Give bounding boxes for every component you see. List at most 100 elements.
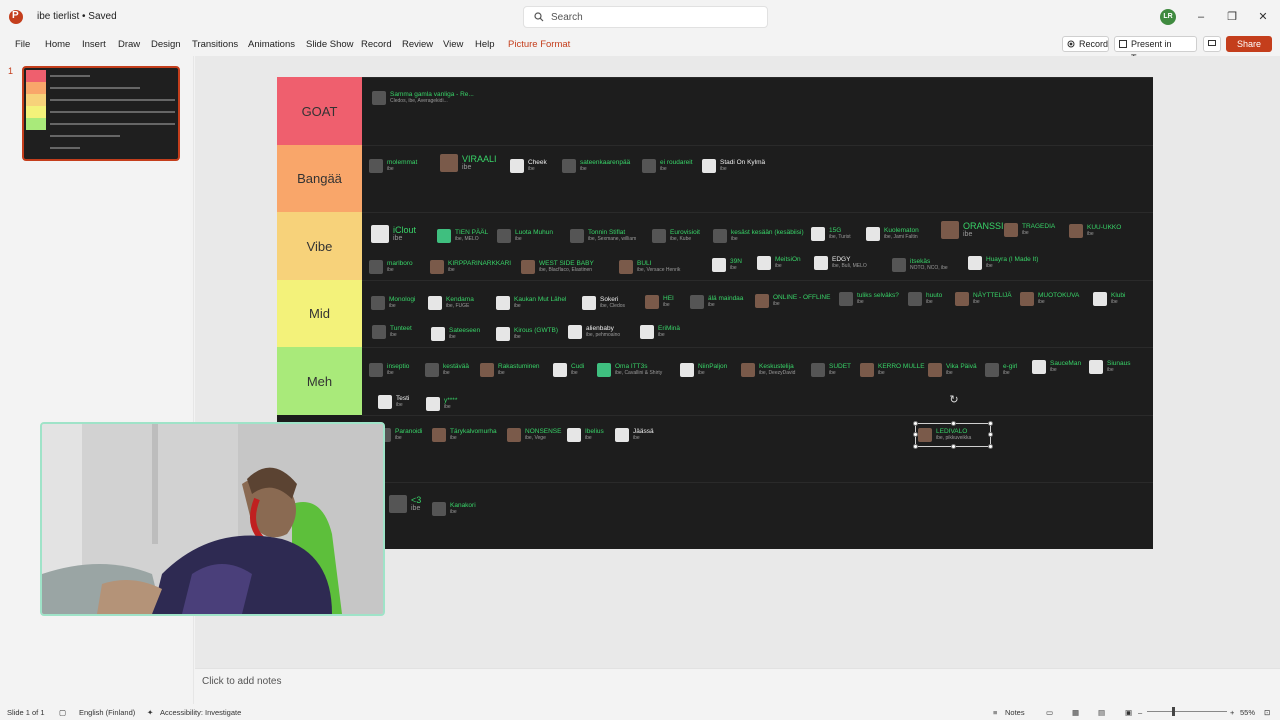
song-card[interactable]: Klubi ibe bbox=[1093, 289, 1125, 309]
notes-toggle[interactable]: Notes bbox=[1005, 708, 1025, 717]
spellcheck-icon[interactable]: ▢ bbox=[59, 708, 66, 717]
resize-handle[interactable] bbox=[988, 444, 993, 449]
tab-insert[interactable]: Insert bbox=[82, 39, 106, 50]
song-card[interactable]: Ibelius ibe bbox=[567, 425, 604, 445]
song-card[interactable]: NÄYTTELIJÄ ibe bbox=[955, 289, 1012, 309]
tier-label-meh[interactable]: Meh bbox=[277, 347, 362, 415]
slideshow-icon[interactable]: ▣ bbox=[1125, 708, 1132, 717]
song-card[interactable]: Kaukan Mut Lähel ibe bbox=[496, 293, 566, 313]
song-card[interactable]: Rakastuminen ibe bbox=[480, 360, 540, 380]
tier-label-goat[interactable]: GOAT bbox=[277, 77, 362, 145]
tab-record[interactable]: Record bbox=[361, 39, 392, 50]
tab-picture-format[interactable]: Picture Format bbox=[508, 39, 570, 50]
song-card[interactable]: e-girl ibe bbox=[985, 360, 1017, 380]
song-card[interactable]: EriMinä ibe bbox=[640, 322, 680, 342]
tab-view[interactable]: View bbox=[443, 39, 463, 50]
tab-transitions[interactable]: Transitions bbox=[192, 39, 238, 50]
song-card[interactable]: BULI ibe, Versace Henrik bbox=[619, 257, 680, 277]
song-card[interactable]: Kendama ibe, FUGE bbox=[428, 293, 474, 313]
song-card[interactable]: WEST SIDE BABY ibe, Blacflaco, Elastinen bbox=[521, 257, 594, 277]
song-card[interactable]: Cheek ibe bbox=[510, 156, 547, 176]
song-card[interactable]: Sokeri ibe, Cledos bbox=[582, 293, 625, 313]
notes-pane[interactable]: Click to add notes bbox=[195, 668, 1280, 704]
song-card[interactable]: TRAGEDIA ibe bbox=[1004, 220, 1055, 240]
song-card[interactable]: Keskustelija ibe, DeezyDavid bbox=[741, 360, 795, 380]
song-card[interactable]: Monologi ibe bbox=[371, 293, 415, 313]
song-card[interactable]: Sateeseen ibe bbox=[431, 324, 480, 344]
song-card[interactable]: älä maindaa ibe bbox=[690, 292, 743, 312]
tab-draw[interactable]: Draw bbox=[118, 39, 140, 50]
song-card[interactable]: alienbaby ibe, pehmoaino bbox=[568, 322, 620, 342]
song-card[interactable]: marlboro ibe bbox=[369, 257, 413, 277]
song-card[interactable]: SauceMan ibe bbox=[1032, 357, 1081, 377]
song-card[interactable]: TIEN PÄÄL ibe, MELO bbox=[437, 226, 488, 246]
resize-handle[interactable] bbox=[988, 421, 993, 426]
account-avatar[interactable]: LR bbox=[1160, 9, 1176, 25]
song-card[interactable]: iClout ibe bbox=[371, 224, 416, 244]
song-card[interactable]: MeitsiOn ibe bbox=[757, 253, 801, 273]
present-in-teams-button[interactable]: Present in Teams bbox=[1114, 36, 1197, 63]
resize-handle[interactable] bbox=[913, 421, 918, 426]
song-card[interactable]: Kuolematon ibe, Jami Faltin bbox=[866, 224, 919, 244]
song-card[interactable]: Tonnin Stiflat ibe, Sexmane, william bbox=[570, 226, 636, 246]
slide-canvas[interactable]: GOAT Bangää Vibe Mid Meh bbox=[277, 77, 1153, 549]
fit-slide-icon[interactable]: ⊡ bbox=[1264, 708, 1270, 717]
tier-label-vibe[interactable]: Vibe bbox=[277, 212, 362, 280]
zoom-out-icon[interactable]: – bbox=[1138, 708, 1142, 717]
close-icon[interactable]: ✕ bbox=[1256, 10, 1270, 24]
tab-design[interactable]: Design bbox=[151, 39, 181, 50]
normal-view-icon[interactable]: ▭ bbox=[1046, 708, 1053, 717]
song-card[interactable]: Vika Päivä ibe bbox=[928, 360, 977, 380]
song-card[interactable]: Tunteet ibe bbox=[372, 322, 412, 342]
resize-handle[interactable] bbox=[913, 432, 918, 437]
song-card[interactable]: itsekäs NOTO, NCO, ibe bbox=[892, 255, 948, 275]
search-input[interactable]: Search bbox=[523, 6, 768, 28]
song-card[interactable]: Siunaus ibe bbox=[1089, 357, 1131, 377]
song-card[interactable]: SUDET ibe bbox=[811, 360, 851, 380]
tab-review[interactable]: Review bbox=[402, 39, 433, 50]
song-card[interactable]: Testi ibe bbox=[378, 392, 409, 412]
zoom-slider-thumb[interactable] bbox=[1172, 707, 1175, 716]
song-card[interactable]: ONLINE - OFFLINE ibe bbox=[755, 291, 830, 311]
tier-label-bangaa[interactable]: Bangää bbox=[277, 145, 362, 212]
song-card[interactable]: KIRPPARINARKKARI ibe bbox=[430, 257, 511, 277]
song-card[interactable]: Eurovisioit ibe, Kube bbox=[652, 226, 700, 246]
share-button[interactable]: Share bbox=[1226, 36, 1272, 52]
language-indicator[interactable]: English (Finland) bbox=[79, 708, 135, 717]
reading-view-icon[interactable]: ▤ bbox=[1098, 708, 1105, 717]
song-card[interactable]: tuliks selväks? ibe bbox=[839, 289, 899, 309]
document-title[interactable]: ibe tierlist • Saved bbox=[37, 11, 117, 22]
song-card[interactable]: Stadi On Kylmä ibe bbox=[702, 156, 765, 176]
song-card[interactable]: <3 ibe bbox=[389, 494, 421, 514]
song-card[interactable]: Kirous (GWTB) ibe bbox=[496, 324, 558, 344]
song-card[interactable]: Kanakori ibe bbox=[432, 499, 476, 519]
song-card[interactable]: inseptio ibe bbox=[369, 360, 409, 380]
song-card[interactable]: kestävää ibe bbox=[425, 360, 469, 380]
tab-slide-show[interactable]: Slide Show bbox=[306, 39, 354, 50]
zoom-slider[interactable] bbox=[1147, 711, 1227, 712]
song-card[interactable]: Oma ITT3s ibe, Cavallini & Shirty bbox=[597, 360, 662, 380]
song-card[interactable]: Tärykalvomurha ibe bbox=[432, 425, 497, 445]
song-card[interactable]: huuto ibe bbox=[908, 289, 942, 309]
tier-label-mid[interactable]: Mid bbox=[277, 280, 362, 347]
song-card[interactable]: MUOTOKUVA ibe bbox=[1020, 289, 1079, 309]
accessibility-status[interactable]: Accessibility: Investigate bbox=[160, 708, 241, 717]
song-card[interactable]: VIRAALI ibe bbox=[440, 153, 497, 173]
song-card[interactable]: molemmat ibe bbox=[369, 156, 417, 176]
resize-handle[interactable] bbox=[913, 444, 918, 449]
song-card[interactable]: ei roudareit ibe bbox=[642, 156, 693, 176]
resize-handle[interactable] bbox=[951, 444, 956, 449]
tab-help[interactable]: Help bbox=[475, 39, 495, 50]
slide-thumbnail[interactable] bbox=[22, 66, 180, 161]
rotate-handle-icon[interactable]: ↻ bbox=[948, 394, 960, 406]
maximize-icon[interactable]: ❐ bbox=[1225, 10, 1239, 24]
song-card[interactable]: Jäässä ibe bbox=[615, 425, 654, 445]
zoom-in-icon[interactable]: + bbox=[1230, 708, 1234, 717]
song-card[interactable]: sateenkaarenpää ibe bbox=[562, 156, 630, 176]
song-card[interactable]: EDGY ibe, Buli, MELO bbox=[814, 253, 867, 273]
tab-file[interactable]: File bbox=[15, 39, 30, 50]
zoom-level[interactable]: 55% bbox=[1240, 708, 1255, 717]
song-card[interactable]: 39N ibe bbox=[712, 255, 742, 275]
tab-home[interactable]: Home bbox=[45, 39, 70, 50]
record-button[interactable]: Record bbox=[1062, 36, 1109, 52]
